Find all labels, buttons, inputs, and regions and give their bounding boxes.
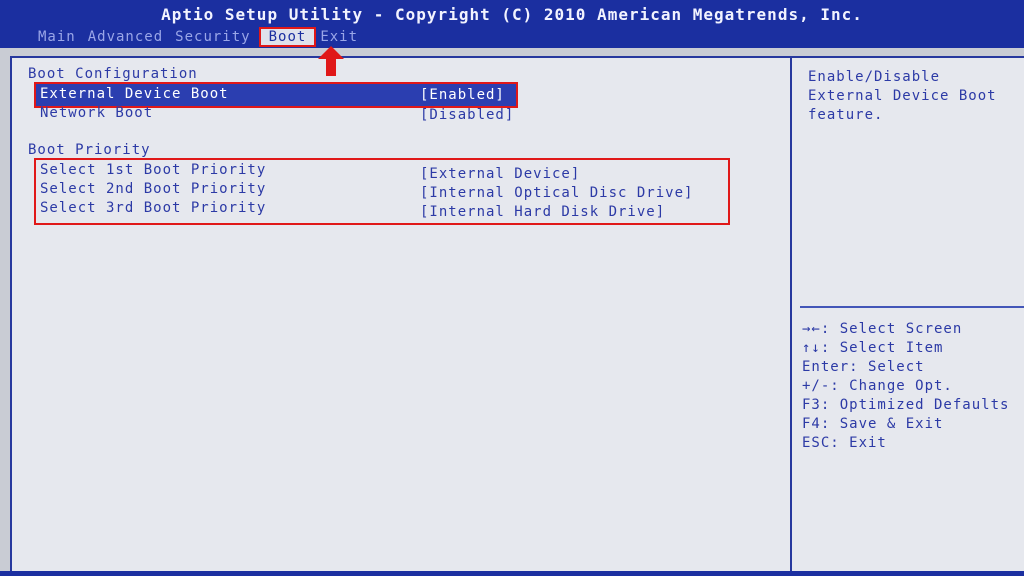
tab-advanced[interactable]: Advanced: [84, 27, 171, 47]
setup-panel: [10, 56, 1024, 575]
bottom-bar: [0, 571, 1024, 576]
key-enter-select: Enter: Select: [802, 359, 925, 375]
key-optimized-defaults: F3: Optimized Defaults: [802, 397, 1010, 413]
boot-priority-heading: Boot Priority: [28, 142, 151, 158]
priority-3-value[interactable]: [Internal Hard Disk Drive]: [420, 203, 665, 221]
priority-3-label[interactable]: Select 3rd Boot Priority: [40, 199, 266, 217]
external-device-boot-label[interactable]: External Device Boot: [40, 85, 229, 103]
tab-main[interactable]: Main: [34, 27, 84, 47]
key-esc-exit: ESC: Exit: [802, 435, 887, 451]
tab-security[interactable]: Security: [171, 27, 258, 47]
window-title: Aptio Setup Utility - Copyright (C) 2010…: [161, 5, 863, 24]
priority-1-label[interactable]: Select 1st Boot Priority: [40, 161, 266, 179]
key-save-exit: F4: Save & Exit: [802, 416, 944, 432]
key-change-opt: +/-: Change Opt.: [802, 378, 953, 394]
help-line-3: feature.: [808, 107, 884, 123]
up-arrow-icon: [318, 46, 344, 76]
menu-tabs: Main Advanced Security Boot Exit: [34, 27, 366, 47]
network-boot-value[interactable]: [Disabled]: [420, 106, 514, 124]
panel-divider: [790, 56, 792, 575]
key-select-item: ↑↓: Select Item: [802, 340, 944, 356]
help-line-2: External Device Boot: [808, 88, 997, 104]
key-select-screen: →←: Select Screen: [802, 321, 963, 337]
tab-boot[interactable]: Boot: [258, 27, 317, 47]
priority-1-value[interactable]: [External Device]: [420, 165, 580, 183]
network-boot-label[interactable]: Network Boot: [40, 104, 153, 122]
title-bar: Aptio Setup Utility - Copyright (C) 2010…: [0, 0, 1024, 48]
help-divider: [800, 306, 1024, 308]
tab-exit[interactable]: Exit: [316, 27, 366, 47]
external-device-boot-value[interactable]: [Enabled]: [420, 86, 505, 104]
priority-2-label[interactable]: Select 2nd Boot Priority: [40, 180, 266, 198]
boot-config-heading: Boot Configuration: [28, 66, 198, 82]
priority-2-value[interactable]: [Internal Optical Disc Drive]: [420, 184, 693, 202]
help-line-1: Enable/Disable: [808, 69, 941, 85]
